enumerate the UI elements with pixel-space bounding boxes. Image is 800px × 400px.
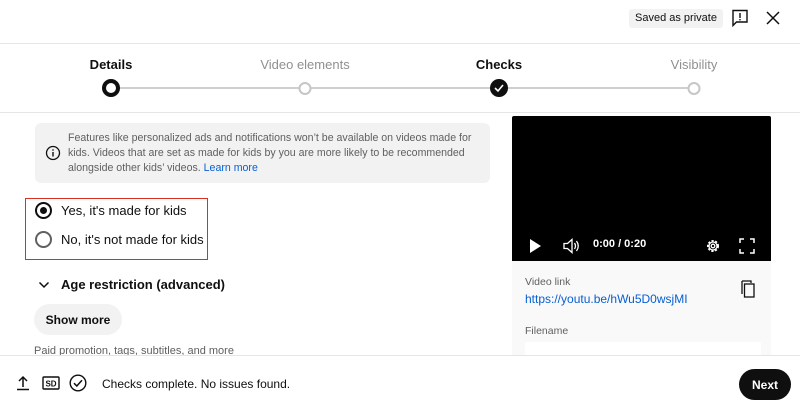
video-preview-card: 0:00 / 0:20 Video link https://youtu.be/… (512, 116, 771, 356)
step-visibility-dot[interactable] (687, 82, 701, 95)
show-more-button[interactable]: Show more (34, 304, 122, 335)
info-text: Features like personalized ads and notif… (68, 132, 472, 174)
feedback-icon[interactable] (731, 9, 749, 28)
filename-label: Filename (525, 325, 569, 337)
volume-icon[interactable] (563, 238, 581, 259)
radio-button-checked[interactable] (35, 201, 52, 219)
saved-status-badge: Saved as private (629, 9, 723, 28)
radio-label: No, it's not made for kids (61, 231, 204, 247)
video-controls: 0:00 / 0:20 (512, 233, 771, 259)
video-link-label: Video link (525, 276, 571, 288)
upload-icon (16, 375, 30, 396)
fullscreen-icon[interactable] (739, 238, 755, 259)
info-icon (45, 145, 61, 161)
step-video-elements-dot[interactable] (298, 82, 312, 95)
step-visibility-label[interactable]: Visibility (671, 57, 718, 72)
video-player[interactable]: 0:00 / 0:20 (512, 116, 771, 261)
learn-more-link[interactable]: Learn more (204, 162, 258, 174)
step-connector (499, 87, 694, 89)
copy-icon[interactable] (739, 280, 755, 303)
chevron-down-icon (38, 278, 50, 290)
next-button[interactable]: Next (739, 369, 791, 400)
step-video-elements-label[interactable]: Video elements (260, 57, 349, 72)
bottom-bar: SD Checks complete. No issues found. Nex… (0, 355, 800, 400)
step-checks-label[interactable]: Checks (476, 57, 522, 72)
step-connector (305, 87, 499, 89)
radio-made-for-kids[interactable]: Yes, it's made for kids (35, 201, 187, 219)
video-time: 0:00 / 0:20 (593, 238, 647, 250)
top-bar: Saved as private (0, 0, 800, 44)
age-restriction-toggle[interactable]: Age restriction (advanced) (38, 275, 225, 293)
close-icon[interactable] (765, 10, 781, 26)
radio-label: Yes, it's made for kids (61, 202, 187, 218)
radio-button-unchecked[interactable] (35, 230, 52, 248)
sd-badge-text: SD (45, 379, 56, 388)
made-for-kids-info-box: Features like personalized ads and notif… (35, 123, 490, 183)
play-icon[interactable] (528, 238, 542, 259)
radio-not-made-for-kids[interactable]: No, it's not made for kids (35, 230, 204, 248)
filename-field (525, 342, 761, 356)
step-connector (111, 87, 305, 89)
video-link[interactable]: https://youtu.be/hWu5D0wsjMI (525, 292, 688, 306)
sd-quality-icon: SD (42, 376, 60, 395)
age-restriction-label: Age restriction (advanced) (61, 276, 225, 292)
step-details-label[interactable]: Details (90, 57, 133, 72)
checks-complete-icon (69, 374, 87, 397)
checks-status-text: Checks complete. No issues found. (102, 377, 291, 391)
step-checks-done-icon[interactable] (490, 79, 508, 97)
step-details-dot[interactable] (102, 79, 120, 97)
gear-icon[interactable] (704, 237, 722, 260)
upload-stepper: Details Video elements Checks Visibility (0, 45, 800, 113)
